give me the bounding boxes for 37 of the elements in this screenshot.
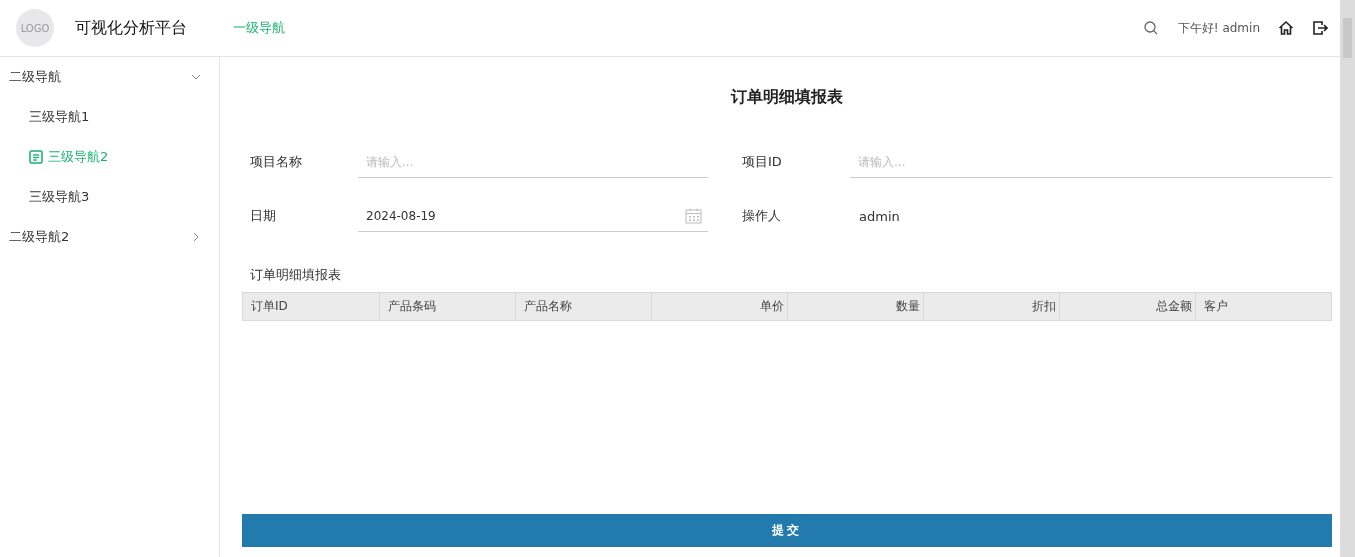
sidebar-item[interactable]: 三级导航3: [0, 177, 219, 217]
column-header: 产品名称: [515, 293, 651, 320]
chevron-right-icon: [191, 232, 201, 242]
logout-button[interactable]: [1312, 20, 1328, 36]
column-header: 产品条码: [379, 293, 515, 320]
field-value: admin: [858, 208, 900, 224]
home-button[interactable]: [1278, 20, 1294, 36]
sidebar-group[interactable]: 二级导航2: [0, 217, 219, 257]
input-field[interactable]: 请输入...: [366, 146, 702, 177]
greeting: 下午好! admin: [1177, 19, 1260, 37]
document-icon: [29, 150, 43, 164]
submit-button[interactable]: 提交: [242, 514, 1332, 547]
table-caption: 订单明细填报表: [250, 266, 342, 284]
search-button[interactable]: [1143, 21, 1158, 35]
column-header: 单价: [651, 293, 787, 320]
app-title: 可视化分析平台: [75, 17, 187, 39]
column-header: 折扣: [923, 293, 1059, 320]
column-header: 总金额: [1059, 293, 1195, 320]
search-icon: [1143, 21, 1158, 35]
field-label: 操作人: [742, 207, 782, 225]
sidebar-item[interactable]: 三级导航1: [0, 97, 219, 137]
scrollbar[interactable]: [1340, 0, 1355, 557]
logo: LOGO: [16, 9, 54, 47]
chevron-down-icon: [191, 72, 201, 82]
column-header: 数量: [787, 293, 923, 320]
sidebar-group[interactable]: 二级导航: [0, 57, 219, 97]
page-title: 订单明细填报表: [729, 87, 844, 108]
field-label: 项目ID: [742, 153, 783, 171]
logout-icon: [1312, 20, 1328, 36]
calendar-icon: [685, 207, 702, 224]
home-icon: [1278, 20, 1294, 36]
field-label: 项目名称: [250, 153, 303, 171]
input-field[interactable]: 请输入...: [858, 146, 1326, 177]
field-label: 日期: [250, 207, 277, 225]
column-header: 订单ID: [250, 298, 289, 315]
column-header: 客户: [1195, 293, 1331, 320]
date-field[interactable]: 2024-08-19: [366, 200, 685, 231]
